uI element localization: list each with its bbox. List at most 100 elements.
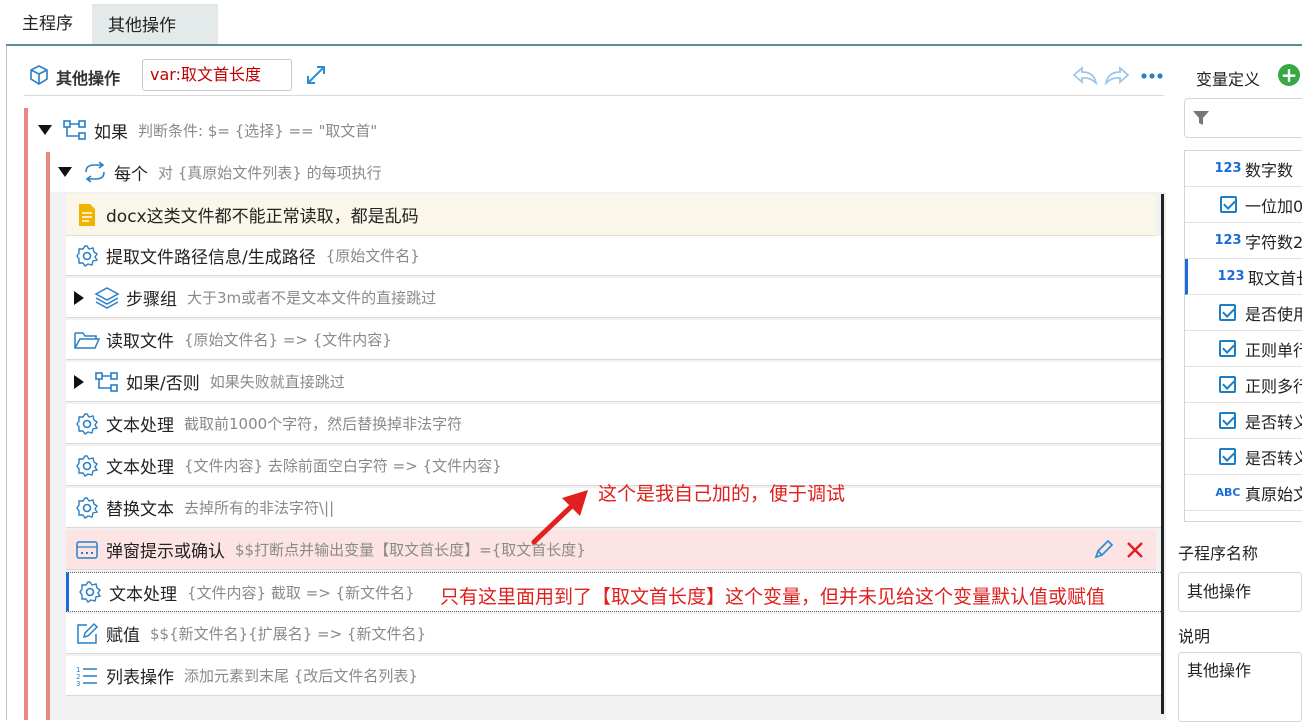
close-icon[interactable] — [1124, 539, 1146, 561]
variable-item[interactable]: 正则单行 — [1185, 331, 1302, 367]
number-type-icon: 123 — [1214, 161, 1242, 176]
row-label: 读取文件 — [106, 332, 174, 352]
variable-name: 字符数2 — [1245, 232, 1302, 252]
header-toolbar — [1072, 66, 1163, 86]
list-item[interactable]: 弹窗提示或确认 $$打断点并输出变量【取文首长度】={取文首长度} — [66, 530, 1156, 570]
row-desc: $${新文件名}{扩展名} => {新文件名} — [150, 625, 427, 643]
document-icon — [74, 202, 100, 228]
layers-icon — [94, 285, 120, 311]
list-item[interactable]: 提取文件路径信息/生成路径 {原始文件名} — [66, 236, 1161, 276]
variable-item[interactable]: 123 字符数2 — [1185, 223, 1302, 259]
variable-item[interactable]: 123 数字数 — [1185, 151, 1302, 187]
row-desc: 去掉所有的非法字符\|| — [184, 499, 335, 517]
branch-icon — [94, 369, 120, 395]
variable-name: 一位加0 — [1245, 196, 1302, 216]
gear-icon — [74, 411, 100, 437]
list-item[interactable]: 123 列表操作 添加元素到末尾 {改后文件名列表} — [66, 656, 1161, 696]
row-desc: 截取前1000个字符，然后替换掉非法字符 — [184, 415, 463, 433]
checkbox-icon — [1217, 302, 1239, 324]
branch-icon — [62, 117, 88, 143]
tab-main-label: 主程序 — [22, 14, 73, 34]
edit-icon — [74, 621, 100, 647]
foreach-desc: 对 {真原始文件列表} 的每项执行 — [158, 163, 382, 182]
foreach-label: 每个 — [114, 164, 148, 185]
tab-main[interactable]: 主程序 — [6, 4, 89, 46]
variable-input[interactable]: var:取文首长度 — [142, 59, 292, 91]
more-icon[interactable] — [1141, 73, 1163, 79]
list-item[interactable]: 如果/否则 如果失败就直接跳过 — [66, 362, 1161, 402]
foreach-block: 每个 对 {真原始文件列表} 的每项执行 docx这类文件都不能正常读取，都是乱… — [46, 152, 1166, 720]
row-label: 如果/否则 — [126, 374, 200, 394]
variable-item[interactable]: ABC 真原始文 — [1185, 475, 1302, 511]
checkbox-icon — [1217, 410, 1239, 432]
foreach-row[interactable]: 每个 对 {真原始文件列表} 的每项执行 — [50, 152, 1166, 192]
gear-icon — [74, 453, 100, 479]
gear-icon — [74, 243, 100, 269]
row-desc: {文件内容} 截取 => {新文件名} — [187, 583, 415, 602]
variable-item[interactable]: 是否转义 — [1185, 403, 1302, 439]
if-label: 如果 — [94, 122, 128, 143]
redo-icon[interactable] — [1104, 66, 1130, 86]
checkbox-icon — [1217, 338, 1239, 360]
tab-other-ops[interactable]: 其他操作x — [92, 4, 218, 75]
list-item[interactable]: 赋值 $${新文件名}{扩展名} => {新文件名} — [66, 614, 1161, 654]
row-desc: 添加元素到末尾 {改后文件名列表} — [184, 667, 418, 685]
variable-item[interactable]: 是否使用 — [1185, 295, 1302, 331]
variable-name: 正则多行 — [1244, 376, 1302, 396]
variable-panel-title: 变量定义 — [1196, 70, 1261, 89]
dialog-icon — [74, 537, 100, 563]
add-variable-button[interactable]: + — [1278, 64, 1300, 86]
annotation-arrow-icon — [531, 490, 588, 545]
row-label: 提取文件路径信息/生成路径 — [106, 248, 316, 268]
variable-item[interactable]: 正则多行 — [1185, 367, 1302, 403]
svg-text:3: 3 — [76, 680, 80, 688]
row-label: 步骤组 — [126, 290, 177, 310]
variable-item[interactable]: 是否转义 — [1185, 439, 1302, 475]
row-label: 赋值 — [106, 626, 140, 646]
description-field[interactable]: 其他操作 — [1178, 652, 1302, 722]
expand-triangle-icon[interactable] — [74, 290, 84, 305]
expand-triangle-icon[interactable] — [74, 374, 84, 389]
if-block: 如果 判断条件: $= {选择} == "取文首" 每个 对 {真原始文件列表}… — [24, 108, 1166, 720]
annotation-note: 只有这里面用到了【取文首长度】这个变量，但并未见给这个变量默认值或赋值 — [440, 586, 1106, 608]
expand-icon[interactable] — [304, 63, 328, 87]
variable-name: 正则单行 — [1244, 340, 1302, 360]
page-title: 其他操作 — [56, 69, 121, 88]
number-type-icon: 123 — [1214, 233, 1242, 248]
row-desc: {文件内容} 去除前面空白字符 => {文件内容} — [184, 457, 502, 475]
row-label: 文本处理 — [106, 416, 174, 436]
variable-name: 取文首长 — [1248, 268, 1302, 288]
annotation-note: 这个是我自己加的，便于调试 — [598, 483, 846, 505]
variable-item[interactable]: 123取文首长 — [1185, 259, 1302, 295]
gear-icon — [77, 579, 103, 605]
row-desc: 大于3m或者不是文本文件的直接跳过 — [187, 289, 437, 307]
subprogram-name-field[interactable]: 其他操作 — [1178, 572, 1302, 612]
row-label: 文本处理 — [109, 584, 177, 605]
collapse-triangle-icon[interactable] — [58, 167, 72, 177]
cube-icon — [30, 65, 48, 85]
if-row[interactable]: 如果 判断条件: $= {选择} == "取文首" — [28, 108, 1164, 152]
flow-canvas: ... 如果 判断条件: $= {选择} == "取文首" 每个 对 {真原始文… — [22, 94, 1168, 720]
variable-list: 123数字数 一位加0 123字符数2 123取文首长 是否使用 正则单行 正则… — [1184, 150, 1302, 522]
if-desc: 判断条件: $= {选择} == "取文首" — [138, 121, 378, 140]
list-icon: 123 — [74, 663, 100, 689]
pencil-icon[interactable] — [1092, 539, 1114, 561]
list-item[interactable]: docx这类文件都不能正常读取，都是乱码 — [66, 194, 1156, 236]
row-desc: 如果失败就直接跳过 — [209, 373, 345, 391]
list-item[interactable]: 文本处理 截取前1000个字符，然后替换掉非法字符 — [66, 404, 1161, 444]
foreach-children: docx这类文件都不能正常读取，都是乱码 提取文件路径信息/生成路径 {原始文件… — [66, 194, 1164, 714]
variable-name: 数字数 — [1245, 160, 1294, 180]
description-label: 说明 — [1178, 627, 1211, 646]
variable-filter-input[interactable] — [1184, 98, 1302, 138]
list-item[interactable]: 步骤组 大于3m或者不是文本文件的直接跳过 — [66, 278, 1161, 318]
tab-other-ops-label: 其他操作 — [108, 16, 176, 36]
row-label: 弹窗提示或确认 — [106, 542, 225, 562]
number-type-icon: 123 — [1217, 269, 1245, 284]
collapse-triangle-icon[interactable] — [38, 125, 52, 135]
tab-bar: 主程序 其他操作x — [0, 0, 1302, 75]
undo-icon[interactable] — [1072, 66, 1098, 86]
filter-icon — [1193, 111, 1209, 125]
variable-item[interactable]: 一位加0 — [1185, 187, 1302, 223]
list-item[interactable]: 读取文件 {原始文件名} => {文件内容} — [66, 320, 1161, 360]
row-label: 列表操作 — [106, 668, 174, 688]
